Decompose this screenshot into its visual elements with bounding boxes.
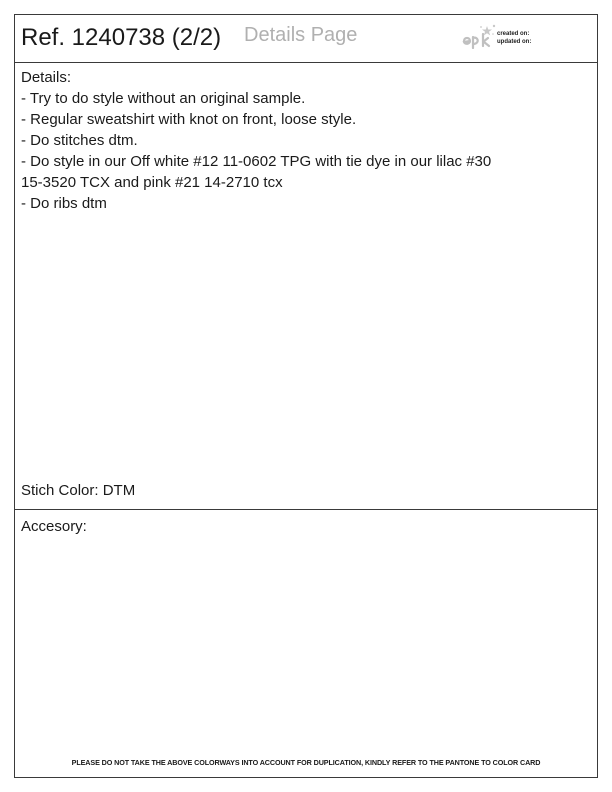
details-heading: Details: xyxy=(21,69,72,86)
details-line: - Regular sweatshirt with knot on front,… xyxy=(21,111,357,128)
accessory-section: Accesory: PLEASE DO NOT TAKE THE ABOVE C… xyxy=(15,510,597,777)
record-dates: created on: updated on: xyxy=(497,30,531,46)
details-text: Details: - Try to do style without an or… xyxy=(21,67,587,214)
page-label: Details Page xyxy=(244,24,358,46)
stitch-color: Stich Color: DTM xyxy=(21,482,136,499)
created-label: created on: xyxy=(497,31,530,37)
reference-title: Ref. 1240738 (2/2) xyxy=(21,24,222,51)
details-line: - Do ribs dtm xyxy=(21,195,107,212)
sheet-header: Ref. 1240738 (2/2) Details Page created … xyxy=(15,15,597,63)
footer-disclaimer: PLEASE DO NOT TAKE THE ABOVE COLORWAYS I… xyxy=(71,758,541,767)
details-section: Details: - Try to do style without an or… xyxy=(15,63,597,510)
details-line: 15-3520 TCX and pink #21 14-2710 tcx xyxy=(21,174,283,191)
updated-label: updated on: xyxy=(497,39,532,45)
details-line: - Do stitches dtm. xyxy=(21,132,138,149)
details-sheet: Ref. 1240738 (2/2) Details Page created … xyxy=(14,14,598,778)
details-line: - Try to do style without an original sa… xyxy=(21,90,306,107)
accessory-label: Accesory: xyxy=(21,518,87,535)
epk-logo-icon xyxy=(462,24,496,49)
details-line: - Do style in our Off white #12 11-0602 … xyxy=(21,153,492,170)
